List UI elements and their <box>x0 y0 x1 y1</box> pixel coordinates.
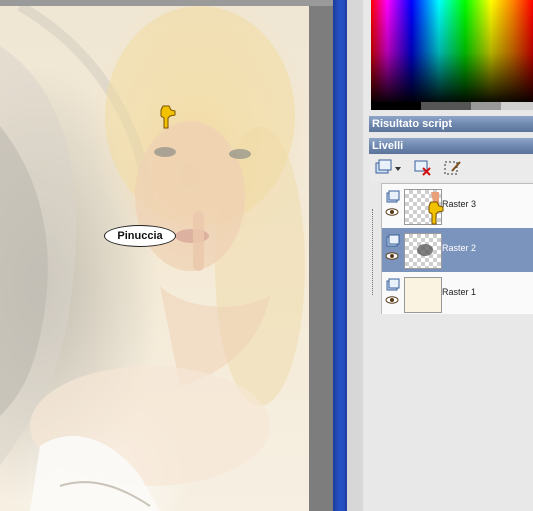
layer-row-raster-2[interactable]: Raster 2 <box>382 228 533 272</box>
edit-selection-icon[interactable] <box>443 159 463 177</box>
pointing-hand-icon <box>428 201 444 225</box>
delete-layer-icon[interactable] <box>413 159 433 177</box>
new-raster-layer-icon[interactable] <box>374 159 404 177</box>
layer-row-raster-1[interactable]: Raster 1 <box>382 272 533 316</box>
canvas-artwork <box>0 6 305 511</box>
palette-gray-strip[interactable] <box>371 97 533 110</box>
layer-thumbnail <box>404 277 442 313</box>
panel-splitter[interactable] <box>333 0 363 511</box>
layers-list: Raster 3 Raster 2 Raster 1 <box>381 183 533 314</box>
canvas-gray-margin <box>309 6 333 511</box>
color-palette[interactable] <box>371 0 533 104</box>
watermark-label: Pinuccia <box>104 225 176 247</box>
layers-palette-header[interactable]: Livelli <box>369 138 533 154</box>
visibility-eye-icon[interactable] <box>385 296 399 304</box>
layer-name: Raster 3 <box>442 199 477 209</box>
layer-group-line <box>372 209 374 295</box>
layers-toolbar <box>369 155 533 181</box>
pointing-hand-icon <box>160 105 176 129</box>
visibility-eye-icon[interactable] <box>385 252 399 260</box>
layer-name: Raster 2 <box>442 243 477 253</box>
layer-name: Raster 1 <box>442 287 477 297</box>
image-canvas[interactable]: Pinuccia <box>0 6 309 511</box>
raster-layer-icon <box>386 190 400 203</box>
image-canvas-area[interactable]: Pinuccia <box>0 0 333 511</box>
visibility-eye-icon[interactable] <box>385 208 399 216</box>
script-output-header[interactable]: Risultato script <box>369 116 533 132</box>
raster-layer-icon <box>386 278 400 291</box>
layer-thumbnail <box>404 233 442 269</box>
raster-layer-icon <box>386 234 400 247</box>
layer-row-raster-3[interactable]: Raster 3 <box>382 184 533 228</box>
right-dock-panel: Risultato script Livelli Raster 3 Raster… <box>363 0 533 511</box>
